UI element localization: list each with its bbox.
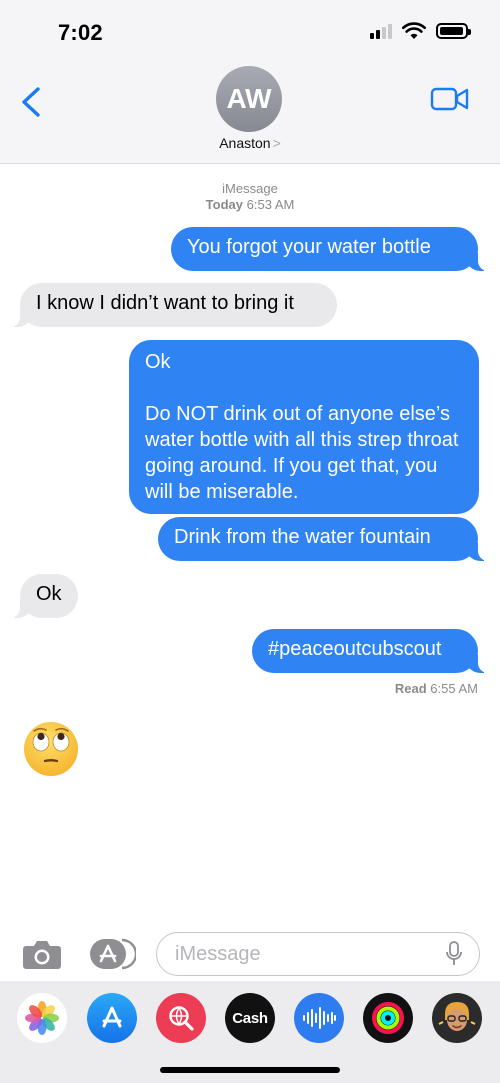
home-indicator[interactable] <box>160 1067 340 1073</box>
incoming-message[interactable]: Ok <box>8 574 78 618</box>
apple-cash-icon[interactable]: Cash <box>225 993 275 1043</box>
status-icons <box>370 22 471 40</box>
app-store-icon[interactable] <box>87 993 137 1043</box>
thread-timestamp: Today 6:53 AM <box>0 197 500 212</box>
read-receipt: Read 6:55 AM <box>395 681 478 696</box>
service-label: iMessage <box>222 181 278 196</box>
contact-name-button[interactable]: Anaston > <box>0 135 500 151</box>
app-store-a-icon <box>102 1006 122 1028</box>
conversation-header: 7:02 AW Anaston > <box>0 0 500 164</box>
imessage-app-drawer: Cash <box>0 981 500 1083</box>
microphone-icon[interactable] <box>445 941 463 967</box>
outgoing-message[interactable]: Drink from the water fountain <box>158 517 490 561</box>
web-images-search-icon[interactable] <box>156 993 206 1043</box>
timestamp-time: 6:53 AM <box>246 197 295 212</box>
waveform-icon <box>303 1007 336 1029</box>
globe-search-icon <box>169 1006 194 1031</box>
message-input[interactable] <box>156 932 480 976</box>
avatar-initials: AW <box>226 83 272 114</box>
chevron-right-icon: > <box>272 135 281 151</box>
read-time: 6:55 AM <box>430 681 478 696</box>
outgoing-message[interactable]: #peaceoutcubscout <box>252 629 490 673</box>
incoming-message[interactable]: I know I didn’t want to bring it <box>8 283 337 327</box>
contact-name: Anaston <box>219 135 271 151</box>
activity-rings-graphic <box>372 1002 404 1034</box>
contact-avatar[interactable]: AW <box>216 66 282 132</box>
timestamp-day: Today <box>205 197 243 212</box>
camera-icon[interactable] <box>22 938 62 970</box>
audio-message-icon[interactable] <box>294 993 344 1043</box>
message-text-field[interactable] <box>173 941 445 967</box>
back-chevron-icon[interactable] <box>16 85 46 119</box>
status-time: 7:02 <box>58 20 103 45</box>
cellular-signal-icon <box>370 23 392 39</box>
facetime-video-icon[interactable] <box>430 84 470 114</box>
photos-flower-icon <box>25 1001 59 1035</box>
photos-app-icon[interactable] <box>17 993 67 1043</box>
rolling-eyes-emoji-icon[interactable] <box>22 720 80 778</box>
wifi-icon <box>402 22 426 39</box>
outgoing-message[interactable]: You forgot your water bottle <box>171 227 490 271</box>
app-store-apps-icon[interactable] <box>88 937 136 971</box>
memoji-face-icon <box>438 1002 476 1031</box>
battery-icon <box>436 23 471 39</box>
outgoing-message[interactable]: Ok Do NOT drink out of anyone else’s wat… <box>129 340 479 514</box>
read-label: Read <box>394 681 427 696</box>
cash-label: Cash <box>232 1009 268 1027</box>
memoji-stickers-icon[interactable] <box>432 993 482 1043</box>
activity-rings-icon[interactable] <box>363 993 413 1043</box>
